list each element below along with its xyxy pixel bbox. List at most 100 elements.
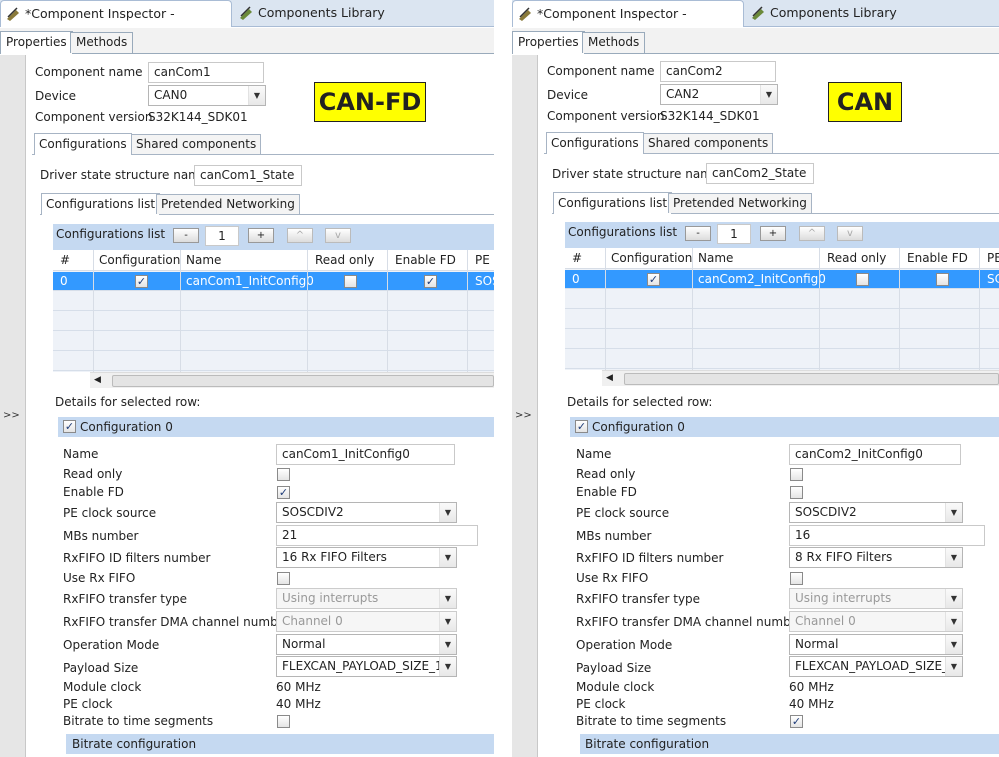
rxfifo-dma-select[interactable]: Channel 0 ▼ [276,611,457,632]
rxfifo-filters-select[interactable]: 16 Rx FIFO Filters ▼ [276,547,457,568]
chevron-down-icon[interactable]: ▼ [760,85,777,104]
device-value: CAN0 [154,88,188,102]
chevron-down-icon[interactable]: ▼ [945,503,962,522]
scrollbar-thumb[interactable] [624,373,999,385]
move-up-button[interactable]: ^ [799,226,825,241]
device-select[interactable]: CAN2 ▼ [660,84,778,105]
config-count-input[interactable]: 1 [717,224,751,244]
bitrate-segments-checkbox[interactable]: ✓ [790,715,803,728]
mbs-number-input[interactable]: 21 [276,525,478,546]
use-rx-fifo-checkbox[interactable] [790,572,803,585]
pe-clock-source-select[interactable]: SOSCDIV2 ▼ [276,502,457,523]
device-select[interactable]: CAN0 ▼ [148,85,266,106]
chevron-down-icon[interactable]: ▼ [439,635,456,654]
table-row[interactable]: 0 ✓ canCom1_InitConfig0 ✓ SOS [53,272,494,291]
use-rx-fifo-checkbox[interactable] [277,572,290,585]
horizontal-scrollbar[interactable]: ◀ [90,372,494,388]
configuration-section-header[interactable]: ✓ Configuration 0 [58,417,494,437]
scrollbar-thumb[interactable] [112,375,494,387]
tab-properties[interactable]: Properties [0,31,73,54]
payload-size-select[interactable]: FLEXCAN_PAYLOAD_SIZE_16 ▼ [276,656,457,677]
name-input[interactable]: canCom2_InitConfig0 [789,444,961,465]
driver-state-input[interactable]: canCom2_State [706,163,814,184]
expand-icon[interactable]: >> [515,410,532,421]
row-enablefd-checkbox[interactable] [936,273,949,286]
tab-components-library[interactable]: Components Library [236,0,385,27]
move-up-button[interactable]: ^ [287,228,313,243]
tab-pretended-networking[interactable]: Pretended Networking [156,194,300,214]
tab-pretended-networking[interactable]: Pretended Networking [668,193,812,213]
configuration-enable-checkbox[interactable]: ✓ [63,420,76,433]
payload-size-select[interactable]: FLEXCAN_PAYLOAD_SIZE_8 ▼ [789,656,963,677]
name-input[interactable]: canCom1_InitConfig0 [276,444,455,465]
row-configuration-checkbox[interactable]: ✓ [135,275,148,288]
chevron-down-icon[interactable]: ▼ [439,657,456,676]
rxfifo-transfer-select[interactable]: Using interrupts ▼ [789,588,963,609]
bitrate-config-section[interactable]: Bitrate configuration [580,734,999,754]
chevron-down-icon[interactable]: ▼ [439,589,456,608]
configuration-enable-checkbox[interactable]: ✓ [575,420,588,433]
tab-component-inspector[interactable]: *Component Inspector - canCom2✕ [512,0,744,47]
tab-component-inspector[interactable]: *Component Inspector - canCom1✕ [0,0,232,47]
row-configuration-checkbox[interactable]: ✓ [647,273,660,286]
chevron-down-icon[interactable]: ▼ [439,612,456,631]
mbs-number-input[interactable]: 16 [789,525,985,546]
read-only-checkbox[interactable] [790,468,803,481]
tab-shared-components[interactable]: Shared components [131,134,262,154]
collapse-gutter[interactable]: >> [512,55,538,757]
operation-mode-select[interactable]: Normal ▼ [789,634,963,655]
operation-mode-select[interactable]: Normal ▼ [276,634,457,655]
tab-methods[interactable]: Methods [70,32,134,53]
component-name-input[interactable]: canCom1 [148,62,264,83]
row-name: canCom1_InitConfig0 [186,274,314,288]
add-config-button[interactable]: + [760,226,786,241]
horizontal-scrollbar[interactable]: ◀ [602,370,999,386]
add-config-button[interactable]: + [248,228,274,243]
chevron-down-icon[interactable]: ▼ [945,657,962,676]
bitrate-config-section[interactable]: Bitrate configuration [66,734,494,754]
configuration-section-header[interactable]: ✓ Configuration 0 [570,417,999,437]
move-down-button[interactable]: v [837,226,863,241]
chevron-down-icon[interactable]: ▼ [945,635,962,654]
read-only-checkbox[interactable] [277,468,290,481]
scroll-left-icon[interactable]: ◀ [94,373,101,388]
remove-config-button[interactable]: - [685,226,711,241]
component-name-input[interactable]: canCom2 [660,61,776,82]
chevron-down-icon[interactable]: ▼ [945,589,962,608]
tab-shared-components[interactable]: Shared components [643,133,774,153]
bitrate-segments-checkbox[interactable] [277,715,290,728]
tab-configurations-list[interactable]: Configurations list [41,193,161,215]
row-readonly-checkbox[interactable] [856,273,869,286]
rxfifo-filters-select[interactable]: 8 Rx FIFO Filters ▼ [789,547,963,568]
column-divider [819,248,820,370]
enable-fd-checkbox[interactable]: ✓ [277,486,290,499]
scroll-left-icon[interactable]: ◀ [606,371,613,386]
chevron-down-icon[interactable]: ▼ [945,612,962,631]
driver-state-input[interactable]: canCom1_State [194,165,302,186]
pe-clock-source-select[interactable]: SOSCDIV2 ▼ [789,502,963,523]
tab-components-library[interactable]: Components Library [748,0,897,27]
move-down-button[interactable]: v [325,228,351,243]
chevron-down-icon[interactable]: ▼ [945,548,962,567]
expand-icon[interactable]: >> [3,410,20,421]
tab-configurations[interactable]: Configurations [546,132,644,154]
rxfifo-transfer-select[interactable]: Using interrupts ▼ [276,588,457,609]
enable-fd-checkbox[interactable] [790,486,803,499]
tab-methods[interactable]: Methods [582,32,646,53]
config-count-input[interactable]: 1 [205,226,239,246]
tab-configurations-list[interactable]: Configurations list [553,192,673,214]
row-enablefd-checkbox[interactable]: ✓ [424,275,437,288]
name-label: Name [63,447,99,461]
chevron-down-icon[interactable]: ▼ [439,503,456,522]
table-row[interactable]: 0 ✓ canCom2_InitConfig0 SC [565,270,999,289]
chevron-down-icon[interactable]: ▼ [439,548,456,567]
tab-properties[interactable]: Properties [512,31,585,54]
tab-configurations[interactable]: Configurations [34,133,132,155]
rxfifo-dma-select[interactable]: Channel 0 ▼ [789,611,963,632]
chevron-down-icon[interactable]: ▼ [248,86,265,105]
remove-config-button[interactable]: - [173,228,199,243]
pe-clock-label: PE clock [63,697,113,711]
column-divider [180,250,181,372]
row-readonly-checkbox[interactable] [344,275,357,288]
collapse-gutter[interactable]: >> [0,55,26,757]
